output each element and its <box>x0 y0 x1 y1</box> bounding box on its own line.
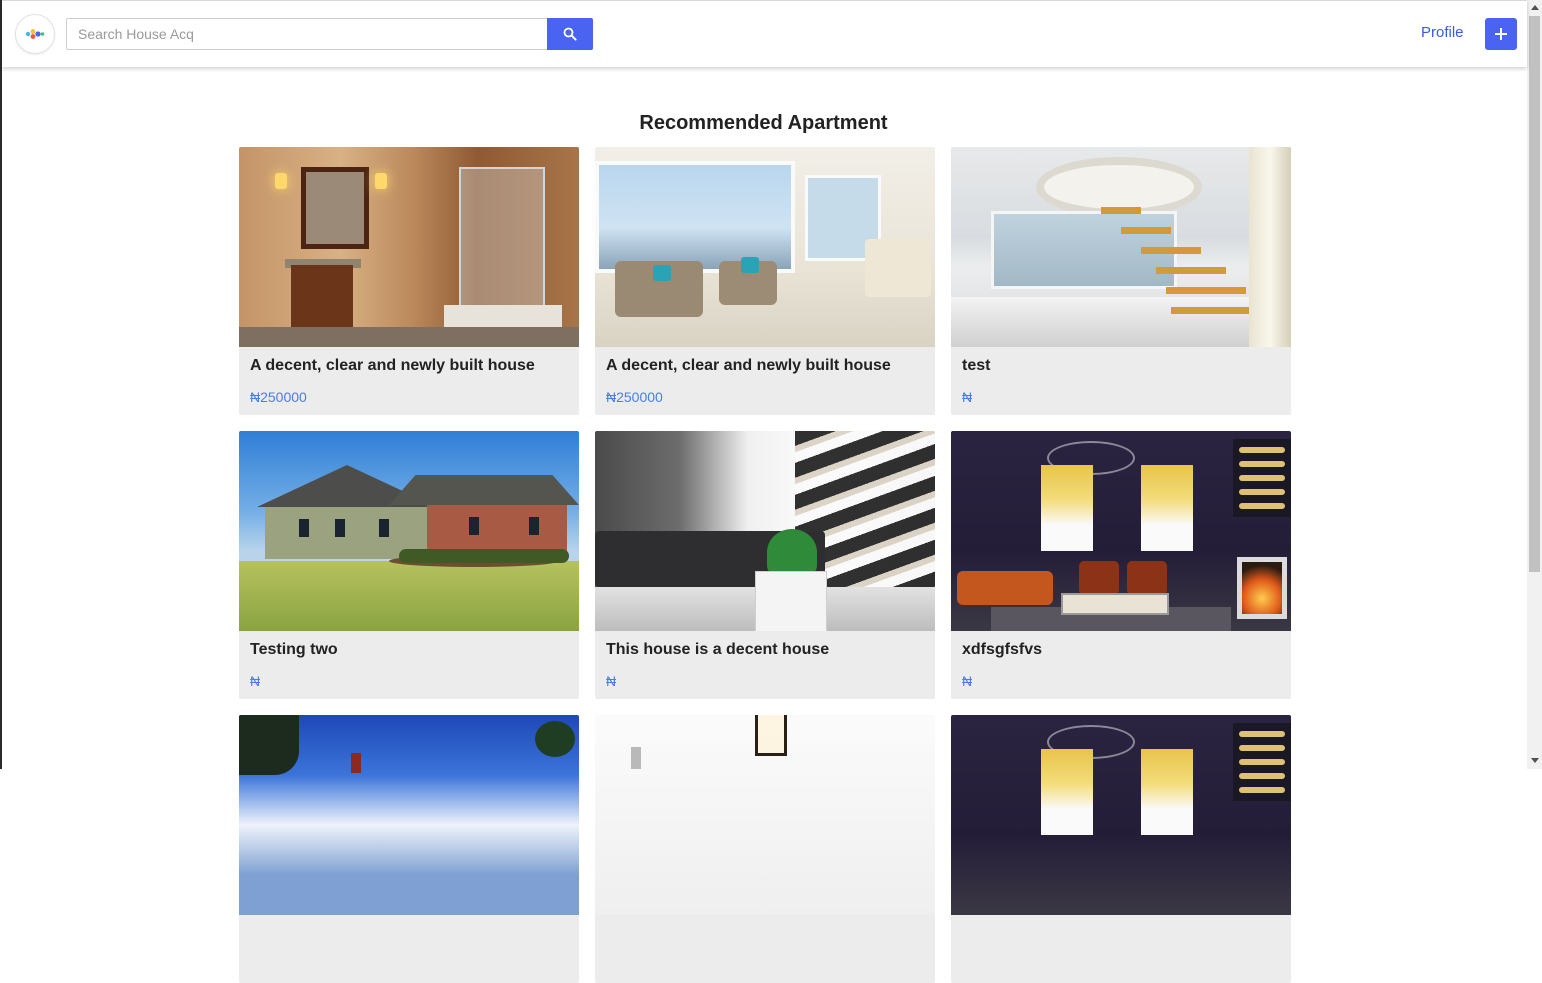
apartment-card[interactable]: A decent, clear and newly built house ₦2… <box>595 147 935 415</box>
dark-lounge-photo <box>951 431 1291 631</box>
card-title: xdfsgfsfvs <box>962 641 1043 658</box>
card-price: ₦250000 <box>606 389 663 405</box>
card-price: ₦ <box>962 673 973 689</box>
card-title: A decent, clear and newly built house <box>606 357 891 374</box>
card-price: ₦ <box>962 389 973 405</box>
card-price: ₦250000 <box>250 389 307 405</box>
card-title <box>962 925 1291 943</box>
search-input[interactable] <box>66 18 548 50</box>
colorful-dots-logo-icon <box>25 29 45 39</box>
apartment-card[interactable] <box>595 715 935 983</box>
house-exterior-photo <box>239 431 579 631</box>
card-title <box>606 925 935 943</box>
bathroom-photo <box>239 147 579 347</box>
scroll-up-arrow-icon[interactable] <box>1531 5 1539 10</box>
vertical-scrollbar[interactable] <box>1527 0 1542 769</box>
apartment-card[interactable]: xdfsgfsfvs ₦ <box>951 431 1291 699</box>
white-room-photo <box>595 715 935 915</box>
apartment-card[interactable] <box>951 715 1291 983</box>
living-room-photo <box>595 147 935 347</box>
apartment-card[interactable]: test ₦ <box>951 147 1291 415</box>
card-title: A decent, clear and newly built house <box>250 357 535 374</box>
section-title: Recommended Apartment <box>639 112 888 134</box>
apartment-grid: A decent, clear and newly built house ₦2… <box>239 147 1291 983</box>
dark-lounge-photo <box>951 715 1291 915</box>
card-title: This house is a decent house <box>606 641 830 658</box>
apartment-card[interactable] <box>239 715 579 983</box>
plus-icon <box>1495 28 1507 40</box>
card-title: Testing two <box>250 641 338 658</box>
apartment-card[interactable]: A decent, clear and newly built house ₦2… <box>239 147 579 415</box>
apartment-card[interactable]: Testing two ₦ <box>239 431 579 699</box>
add-listing-button[interactable] <box>1485 18 1517 50</box>
top-navbar: Profile <box>2 0 1527 67</box>
palm-trees-photo <box>239 715 579 915</box>
search-button[interactable] <box>547 18 593 50</box>
scrollbar-thumb[interactable] <box>1529 16 1540 572</box>
card-title <box>250 925 579 943</box>
scroll-down-arrow-icon[interactable] <box>1531 758 1539 763</box>
profile-link[interactable]: Profile <box>1421 24 1464 41</box>
app-logo[interactable] <box>15 14 55 54</box>
search-icon <box>563 27 577 41</box>
modern-staircase-photo <box>595 431 935 631</box>
card-title: test <box>962 357 991 374</box>
apartment-card[interactable]: This house is a decent house ₦ <box>595 431 935 699</box>
spiral-staircase-photo <box>951 147 1291 347</box>
card-price: ₦ <box>606 673 617 689</box>
card-price: ₦ <box>250 673 261 689</box>
